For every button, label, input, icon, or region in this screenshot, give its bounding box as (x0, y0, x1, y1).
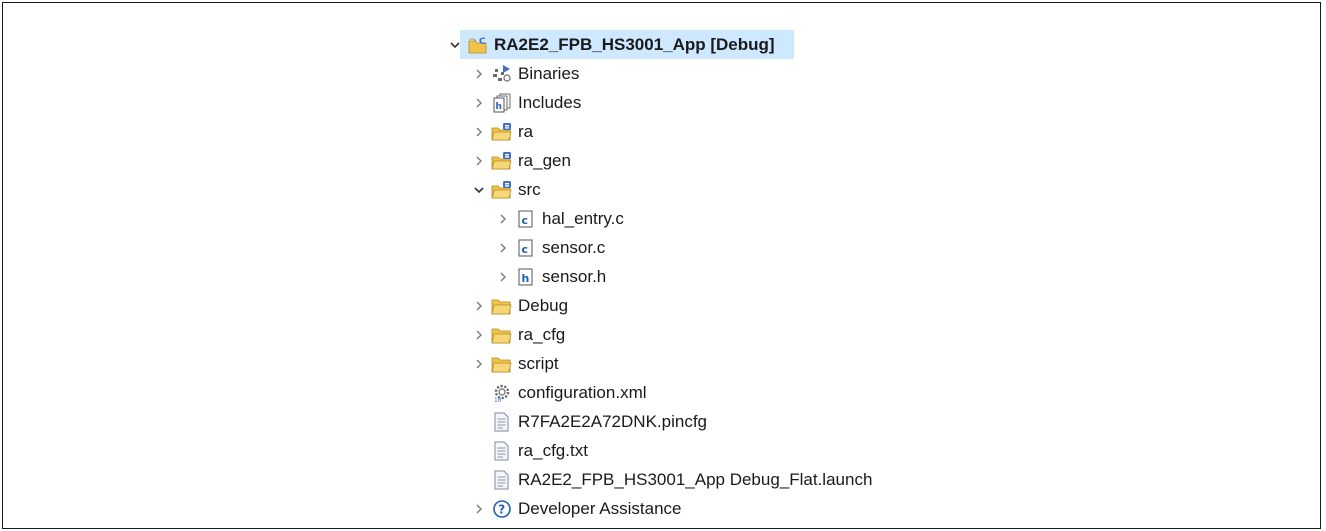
tree-item-ra-gen[interactable]: ra_gen (447, 146, 872, 175)
tree-item-script[interactable]: script (447, 349, 872, 378)
tree-item-label: Developer Assistance (518, 498, 682, 518)
tree-item-label: Binaries (518, 63, 580, 83)
tree-item-src[interactable]: src (447, 175, 872, 204)
chevron-right-icon[interactable] (471, 95, 487, 111)
tree-item-label: Includes (518, 92, 582, 112)
includes-icon: h (491, 93, 513, 113)
tree-item-binaries[interactable]: Binaries (447, 59, 872, 88)
tree-item-ra[interactable]: ra (447, 117, 872, 146)
svg-text:h: h (522, 272, 530, 285)
chevron-right-icon[interactable] (471, 124, 487, 140)
tree-item-label: RA2E2_FPB_HS3001_App Debug_Flat.launch (518, 469, 873, 489)
folder-icon (491, 296, 513, 316)
svg-text:c: c (522, 214, 529, 227)
svg-text:?: ? (498, 502, 505, 516)
tree-item-ra-cfg-txt[interactable]: ra_cfg.txt (447, 436, 872, 465)
toggle-spacer (471, 385, 487, 401)
chevron-right-icon[interactable] (471, 356, 487, 372)
project-tree: C RA2E2_FPB_HS3001_App [Debug] Binaries h In… (447, 30, 872, 523)
text-file-icon (491, 470, 513, 490)
text-file-icon (491, 412, 513, 432)
text-file-icon (491, 441, 513, 461)
tree-item-sensor-c[interactable]: c sensor.c (447, 233, 872, 262)
tree-item-label: ra (518, 121, 534, 141)
tree-item-label: sensor.c (542, 237, 606, 257)
tree-item-label: ra_cfg.txt (518, 440, 588, 460)
c-project-icon: C (467, 35, 489, 55)
tree-root-label: RA2E2_FPB_HS3001_App [Debug] (494, 34, 775, 54)
tree-item-r7fa2e2a72dnk-pincfg[interactable]: R7FA2E2A72DNK.pincfg (447, 407, 872, 436)
source-folder-icon (491, 180, 513, 200)
tree-item-label: ra_gen (518, 150, 571, 170)
help-circle-icon: ? (491, 499, 513, 519)
source-folder-icon (491, 122, 513, 142)
toggle-spacer (471, 472, 487, 488)
tree-item-label: src (518, 179, 541, 199)
tree-item-label: sensor.h (542, 266, 607, 286)
chevron-right-icon[interactable] (471, 153, 487, 169)
tree-item-label: script (518, 353, 559, 373)
svg-text:10: 10 (494, 397, 502, 403)
chevron-down-icon[interactable] (471, 182, 487, 198)
chevron-right-icon[interactable] (495, 211, 511, 227)
config-gear-icon: 10 (491, 383, 513, 403)
tree-root-project[interactable]: C RA2E2_FPB_HS3001_App [Debug] (447, 30, 872, 59)
tree-item-label: hal_entry.c (542, 208, 624, 228)
folder-icon (491, 325, 513, 345)
tree-item-ra2e2-fpb-hs3001-app-debug-flat-launch[interactable]: RA2E2_FPB_HS3001_App Debug_Flat.launch (447, 465, 872, 494)
tree-item-debug[interactable]: Debug (447, 291, 872, 320)
chevron-right-icon[interactable] (471, 327, 487, 343)
tree-item-includes[interactable]: h Includes (447, 88, 872, 117)
toggle-spacer (471, 443, 487, 459)
h-file-icon: h (515, 267, 537, 287)
tree-item-hal-entry-c[interactable]: c hal_entry.c (447, 204, 872, 233)
chevron-right-icon[interactable] (471, 66, 487, 82)
project-explorer-panel: C RA2E2_FPB_HS3001_App [Debug] Binaries h In… (2, 2, 1321, 529)
toggle-spacer (471, 414, 487, 430)
tree-item-developer-assistance[interactable]: ? Developer Assistance (447, 494, 872, 523)
source-folder-icon (491, 151, 513, 171)
chevron-right-icon[interactable] (495, 240, 511, 256)
tree-item-configuration-xml[interactable]: 10 configuration.xml (447, 378, 872, 407)
chevron-right-icon[interactable] (495, 269, 511, 285)
svg-text:c: c (522, 243, 529, 256)
tree-item-ra-cfg[interactable]: ra_cfg (447, 320, 872, 349)
binaries-icon (491, 64, 513, 84)
tree-item-label: ra_cfg (518, 324, 566, 344)
tree-item-sensor-h[interactable]: h sensor.h (447, 262, 872, 291)
tree-item-label: Debug (518, 295, 569, 315)
c-file-icon: c (515, 209, 537, 229)
tree-item-label: R7FA2E2A72DNK.pincfg (518, 411, 707, 431)
c-file-icon: c (515, 238, 537, 258)
folder-icon (491, 354, 513, 374)
tree-item-label: configuration.xml (518, 382, 647, 402)
chevron-right-icon[interactable] (471, 298, 487, 314)
svg-text:C: C (479, 37, 486, 47)
svg-text:h: h (496, 102, 502, 112)
chevron-down-icon[interactable] (447, 37, 463, 53)
chevron-right-icon[interactable] (471, 501, 487, 517)
